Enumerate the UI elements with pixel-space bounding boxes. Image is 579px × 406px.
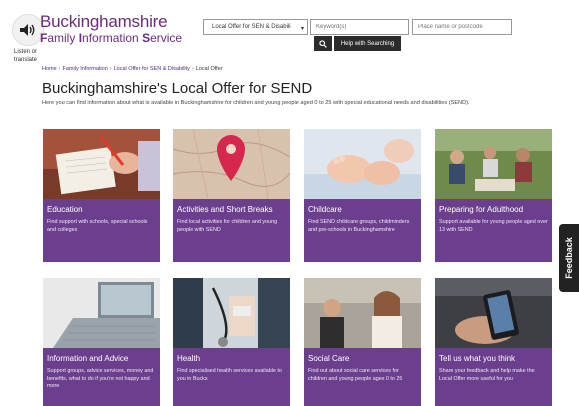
card-education[interactable]: Education Find support with schools, spe… bbox=[43, 129, 160, 262]
card-tell-us-what-you-think[interactable]: Tell us what you think Share your feedba… bbox=[435, 278, 552, 406]
listen-translate-label: Listen or translate bbox=[14, 49, 38, 63]
chevron-down-icon: ▾ bbox=[300, 26, 304, 32]
feedback-label: Feedback bbox=[564, 237, 574, 279]
card-description: Find out about social care services for … bbox=[308, 368, 403, 382]
card-childcare-image bbox=[304, 129, 421, 199]
breadcrumb-separator: › bbox=[109, 66, 112, 72]
card-social-care[interactable]: Social Care Find out about social care s… bbox=[304, 278, 421, 406]
card-description: Share your feedback and help make the Lo… bbox=[439, 368, 535, 382]
card-title: Education bbox=[47, 205, 83, 214]
card-activities-short-breaks[interactable]: Activities and Short Breaks Find local a… bbox=[173, 129, 290, 262]
breadcrumb-home[interactable]: Home bbox=[42, 66, 57, 72]
card-description: Support available for young people aged … bbox=[439, 219, 548, 233]
card-title: Preparing for Adulthood bbox=[439, 205, 524, 214]
site-header: Listen or translate Buckinghamshire Fami… bbox=[0, 0, 579, 66]
card-health-image bbox=[173, 278, 290, 348]
card-title: Tell us what you think bbox=[439, 354, 516, 363]
breadcrumb-separator: › bbox=[58, 66, 61, 72]
help-with-searching-button[interactable]: Help with Searching bbox=[334, 36, 401, 51]
card-adulthood-image bbox=[435, 129, 552, 199]
page-title: Buckinghamshire's Local Offer for SEND bbox=[42, 80, 313, 97]
category-select[interactable]: Local Offer for SEN & Disabili ▾ bbox=[203, 19, 308, 35]
search-icon bbox=[319, 39, 327, 48]
card-title: Social Care bbox=[308, 354, 350, 363]
feedback-tab[interactable]: Feedback bbox=[559, 224, 579, 292]
card-information-advice[interactable]: Information and Advice Support groups, a… bbox=[43, 278, 160, 406]
search-button[interactable] bbox=[314, 36, 332, 51]
card-social-care-image bbox=[304, 278, 421, 348]
site-logo-title[interactable]: Buckinghamshire bbox=[40, 12, 168, 32]
breadcrumb-family-information[interactable]: Family Information bbox=[63, 66, 108, 72]
card-description: Find support with schools, special schoo… bbox=[47, 219, 148, 233]
card-description: Support groups, advice services, money a… bbox=[47, 368, 154, 390]
card-title: Health bbox=[177, 354, 201, 363]
card-title: Activities and Short Breaks bbox=[177, 205, 273, 214]
keyword-input[interactable] bbox=[310, 19, 409, 35]
page-intro: Here you can find information about what… bbox=[42, 100, 470, 106]
card-title: Information and Advice bbox=[47, 354, 129, 363]
card-feedback-image bbox=[435, 278, 552, 348]
card-information-image bbox=[43, 278, 160, 348]
postcode-input[interactable] bbox=[412, 19, 512, 35]
breadcrumb-current: Local Offer bbox=[195, 66, 223, 72]
site-logo-subtitle[interactable]: Family Information Service bbox=[40, 31, 182, 45]
card-childcare[interactable]: Childcare Find SEND childcare groups, ch… bbox=[304, 129, 421, 262]
breadcrumb: Home › Family Information › Local Offer for … bbox=[42, 66, 223, 72]
card-description: Find specialised health services availab… bbox=[177, 368, 282, 382]
card-title: Childcare bbox=[308, 205, 342, 214]
card-preparing-for-adulthood[interactable]: Preparing for Adulthood Support availabl… bbox=[435, 129, 552, 262]
card-education-image bbox=[43, 129, 160, 199]
speaker-icon bbox=[20, 24, 35, 36]
card-activities-image bbox=[173, 129, 290, 199]
category-card-grid: Education Find support with schools, spe… bbox=[43, 129, 556, 406]
breadcrumb-separator: › bbox=[191, 66, 194, 72]
card-description: Find local activities for children and y… bbox=[177, 219, 278, 233]
card-description: Find SEND childcare groups, childminders… bbox=[308, 219, 410, 233]
card-health[interactable]: Health Find specialised health services … bbox=[173, 278, 290, 406]
breadcrumb-local-offer-sen[interactable]: Local Offer for SEN & Disability bbox=[114, 66, 190, 72]
